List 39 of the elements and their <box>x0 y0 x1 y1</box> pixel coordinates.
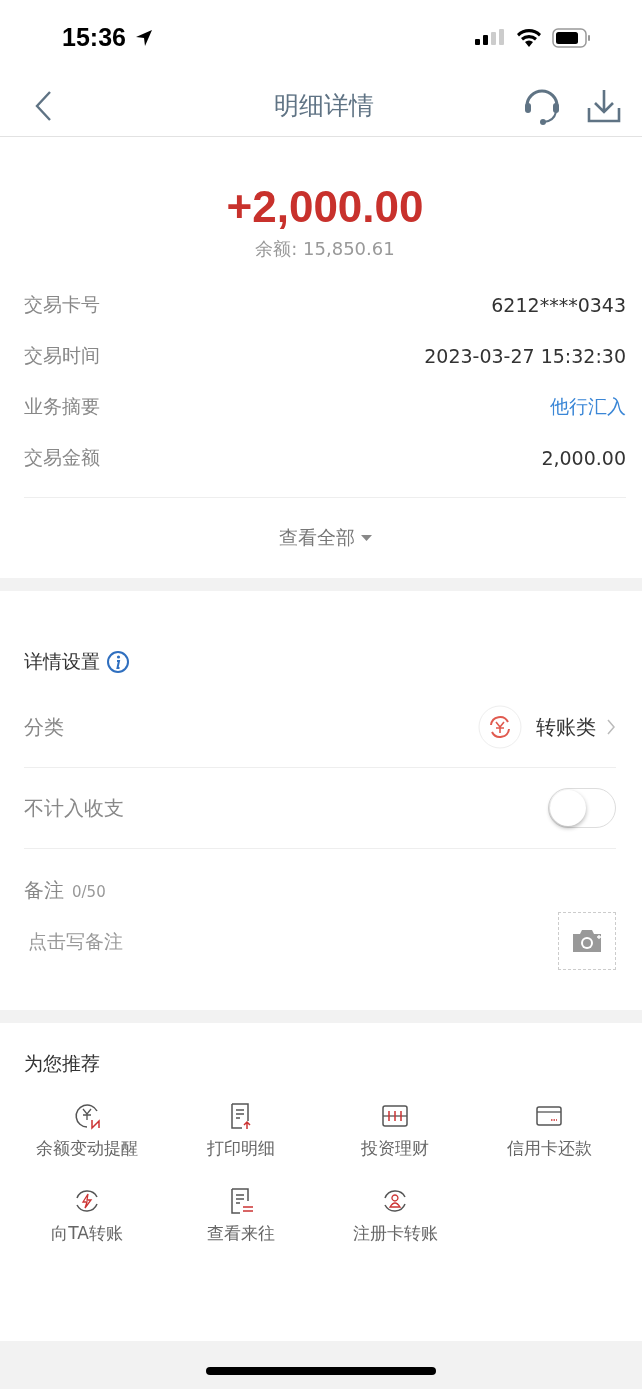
shortcut-item[interactable]: 注册卡转账 <box>318 1186 472 1245</box>
detail-label: 业务摘要 <box>24 393 100 419</box>
category-row[interactable]: 分类 转账类 <box>24 687 616 768</box>
detail-value: 2023-03-27 15:32:30 <box>424 344 626 367</box>
detail-link[interactable]: 他行汇入 <box>550 393 626 420</box>
shortcut-item[interactable]: 信用卡还款 <box>472 1101 626 1160</box>
signal-icon <box>474 27 506 48</box>
shortcut-item[interactable]: 查看来往 <box>164 1186 318 1245</box>
shortcut-item[interactable]: 余额变动提醒 <box>10 1101 164 1160</box>
page-title: 明细详情 <box>273 90 375 122</box>
view-all-button[interactable]: 查看全部 <box>265 498 385 578</box>
category-label: 分类 <box>24 713 64 741</box>
section-title: 为您推荐 <box>24 1051 101 1076</box>
detail-value: 2,000.00 <box>541 446 626 469</box>
add-photo-button[interactable] <box>558 912 616 970</box>
transaction-amount: +2,000.00 <box>225 181 425 233</box>
section-title: 详情设置 <box>24 649 100 674</box>
camera-icon <box>571 929 603 953</box>
toggle-switch[interactable] <box>548 788 616 828</box>
balance-text: 余额: 15,850.61 <box>254 237 396 261</box>
exclude-label: 不计入收支 <box>24 794 124 822</box>
note-counter: 0/50 <box>72 883 106 901</box>
category-value: 转账类 <box>536 713 596 741</box>
shortcut-item[interactable]: 向TA转账 <box>10 1186 164 1245</box>
download-icon[interactable] <box>586 87 622 124</box>
status-time: 15:36 <box>62 23 126 52</box>
detail-label: 交易金额 <box>24 444 100 470</box>
detail-label: 交易时间 <box>24 342 100 368</box>
transfer-yuan-icon <box>478 705 522 749</box>
detail-label: 交易卡号 <box>24 291 100 317</box>
info-icon[interactable] <box>106 650 130 674</box>
caret-icon <box>360 534 372 542</box>
shortcut-item[interactable]: 打印明细 <box>164 1101 318 1160</box>
wifi-icon <box>514 26 544 49</box>
detail-value: 6212****0343 <box>491 293 626 316</box>
note-label: 备注 <box>24 877 64 904</box>
chevron-right-icon <box>606 718 616 736</box>
battery-icon <box>552 26 592 49</box>
shortcut-item[interactable]: 投资理财 <box>318 1101 472 1160</box>
